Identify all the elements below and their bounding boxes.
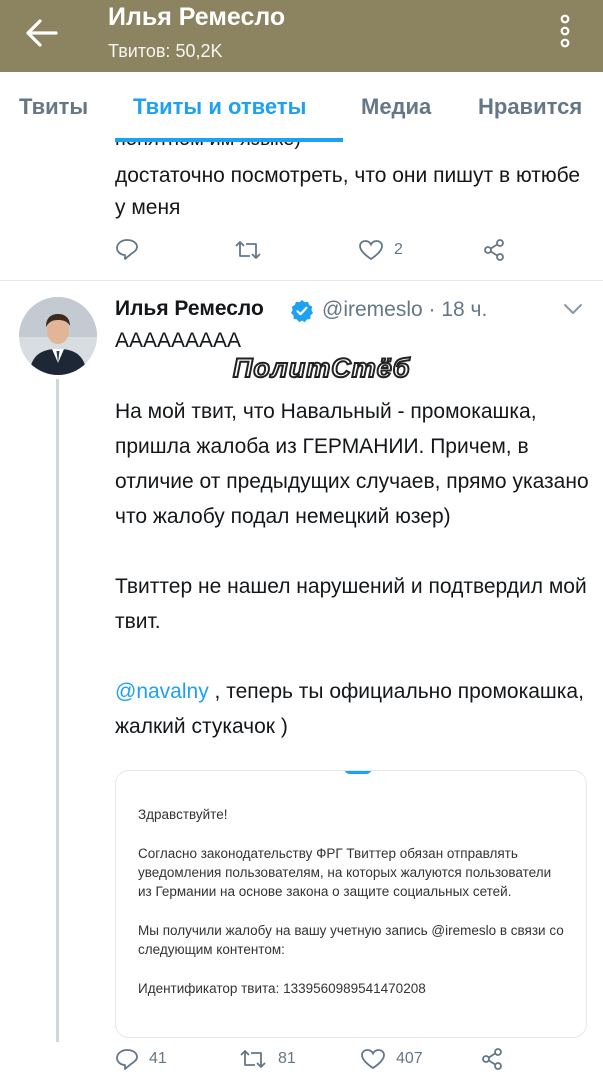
reply-icon [116, 1049, 138, 1070]
tweet-first-line: АААААААAА [115, 329, 242, 352]
card-greeting: Здравствуйте! [138, 807, 228, 822]
tweet-divider [0, 280, 603, 281]
tweet-text: На мой твит, что Навальный - промокашка,… [115, 394, 590, 744]
tweet-count: Твитов: 50,2K [108, 41, 223, 61]
active-tab-indicator [115, 138, 343, 142]
author-handle-time: @iremeslo · 18 ч. [322, 298, 488, 321]
card-paragraph-2: Мы получили жалобу на вашу учетную запис… [138, 923, 564, 957]
like-count: 2 [394, 241, 403, 258]
tab-tweets-and-replies[interactable]: Твиты и ответы [133, 94, 306, 120]
tweet-paragraph-2: Твиттер не нашел нарушений и подтвердил … [115, 575, 587, 633]
share-icon [482, 1048, 502, 1070]
share-icon [484, 239, 504, 261]
more-vertical-icon[interactable] [556, 14, 574, 48]
verified-badge-icon [291, 300, 313, 323]
retweet-button[interactable] [233, 239, 263, 261]
tab-likes[interactable]: Нравится [478, 94, 582, 120]
tweet-paragraph-3: @navalny , теперь ты официально промокаш… [115, 674, 590, 744]
card-paragraph-3: Идентификатор твита: 1339560989541470208 [138, 981, 426, 996]
heart-icon [361, 1049, 385, 1070]
paragraph-spacer [115, 534, 590, 569]
back-arrow-icon[interactable] [24, 18, 58, 48]
previous-tweet[interactable]: понятном им языке) достаточно посмотреть… [0, 142, 603, 282]
reply-button[interactable]: 41 [115, 1048, 167, 1070]
retweet-count: 81 [278, 1050, 296, 1067]
mention-link[interactable]: @navalny [115, 680, 209, 703]
card-content: Здравствуйте! Согласно законодательству … [138, 805, 568, 1018]
heart-icon [359, 240, 383, 261]
avatar-photo [19, 297, 97, 375]
reply-icon [116, 239, 138, 260]
previous-tweet-cut-text: понятном им языке) [115, 142, 301, 151]
like-button[interactable]: 407 [360, 1048, 423, 1070]
reply-count: 41 [149, 1050, 167, 1067]
reply-button[interactable] [115, 238, 139, 260]
retweet-icon [235, 241, 261, 259]
tab-media[interactable]: Медиа [361, 94, 431, 120]
like-count: 407 [396, 1050, 423, 1067]
author-name[interactable]: Илья Ремесло [115, 297, 264, 321]
previous-tweet-text: достаточно посмотреть, что они пишут в ю… [115, 164, 581, 219]
retweet-button[interactable]: 81 [238, 1048, 296, 1070]
thread-line [56, 379, 59, 1049]
tweet-actions-bar: 41 81 407 [0, 1042, 603, 1080]
like-button[interactable]: 2 [358, 239, 403, 261]
attached-image-card[interactable]: Здравствуйте! Согласно законодательству … [115, 770, 587, 1038]
tweet-paragraph-1: На мой твит, что Навальный - промокашка,… [115, 400, 589, 528]
app-header: Илья Ремесло Твитов: 50,2K [0, 0, 603, 72]
avatar[interactable] [19, 297, 97, 375]
profile-tabs: Твиты Твиты и ответы Медиа Нравится [0, 72, 603, 142]
share-button[interactable] [482, 238, 506, 262]
share-button[interactable] [480, 1047, 504, 1071]
card-paragraph-1: Согласно законодательству ФРГ Твиттер об… [138, 846, 552, 899]
chevron-down-icon[interactable] [562, 302, 584, 316]
watermark-logo: ПолитСтёб [232, 352, 411, 384]
card-accent [344, 771, 372, 774]
profile-title: Илья Ремесло [108, 3, 286, 31]
tab-tweets[interactable]: Твиты [19, 94, 88, 120]
paragraph-spacer [115, 639, 590, 674]
retweet-icon [240, 1050, 266, 1068]
